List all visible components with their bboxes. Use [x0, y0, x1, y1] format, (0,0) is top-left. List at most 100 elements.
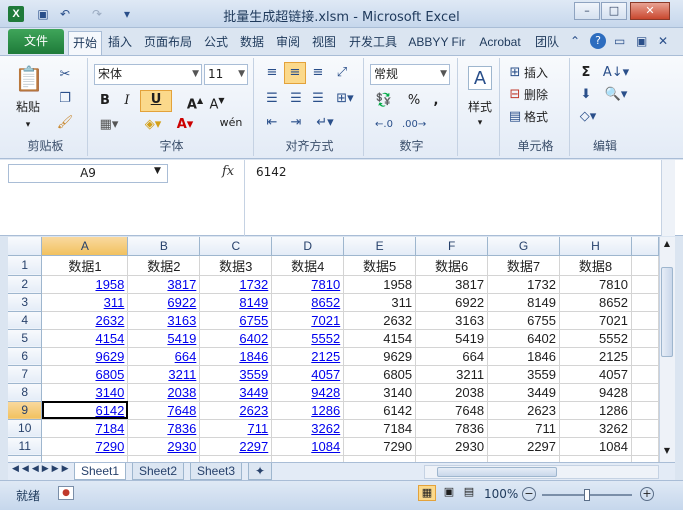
tab-abbyy[interactable]: ABBYY Fir	[405, 33, 469, 53]
empty-cell[interactable]	[631, 311, 659, 330]
data-cell[interactable]: 3449	[487, 383, 561, 402]
data-cell[interactable]: 2623	[487, 401, 561, 420]
data-cell[interactable]: 8652	[559, 293, 632, 312]
empty-cell[interactable]	[631, 329, 659, 348]
data-cell[interactable]: 2038	[415, 383, 489, 402]
grow-font-icon[interactable]: A▲	[186, 92, 204, 114]
wrap-text-icon[interactable]: ↵▾	[312, 114, 338, 132]
hyperlink-cell[interactable]: 6805	[41, 365, 129, 384]
row-header[interactable]: 11	[8, 437, 43, 456]
hyperlink-cell[interactable]: 9629	[41, 347, 129, 366]
data-cell[interactable]: 2125	[559, 347, 632, 366]
scroll-up-icon[interactable]: ▲	[661, 239, 673, 253]
hyperlink-cell[interactable]: 7836	[127, 419, 201, 438]
data-cell[interactable]: 1846	[487, 347, 561, 366]
sort-filter-icon[interactable]: A↓▾	[602, 64, 630, 82]
page-break-view-icon[interactable]: ▤	[460, 485, 478, 501]
empty-cell[interactable]	[487, 455, 561, 462]
vertical-scroll-thumb[interactable]	[661, 267, 673, 357]
sheet-tab-sheet2[interactable]: Sheet2	[132, 463, 185, 480]
hyperlink-cell[interactable]: 6402	[199, 329, 273, 348]
sheet-tab-sheet3[interactable]: Sheet3	[190, 463, 243, 480]
hyperlink-cell[interactable]: 4154	[41, 329, 129, 348]
hyperlink-cell[interactable]: 711	[199, 419, 273, 438]
empty-cell[interactable]	[415, 455, 489, 462]
hyperlink-cell[interactable]: 6922	[127, 293, 201, 312]
hyperlink-cell[interactable]: 1084	[271, 437, 345, 456]
tab-acrobat[interactable]: Acrobat	[472, 33, 528, 53]
header-cell[interactable]: 数据7	[487, 255, 561, 276]
fill-icon[interactable]: ⬇	[576, 86, 596, 104]
font-color-icon[interactable]: A▾	[172, 116, 198, 134]
cut-icon[interactable]: ✂	[56, 66, 74, 84]
styles-icon[interactable]: A	[468, 66, 492, 90]
horizontal-scroll-thumb[interactable]	[437, 467, 557, 477]
hyperlink-cell[interactable]: 7290	[41, 437, 129, 456]
data-cell[interactable]: 7648	[415, 401, 489, 420]
restore-window-icon[interactable]: ▣	[636, 34, 647, 48]
data-cell[interactable]: 5552	[559, 329, 632, 348]
hyperlink-cell[interactable]: 5419	[127, 329, 201, 348]
macro-record-icon[interactable]: ●	[58, 486, 74, 500]
hyperlink-cell[interactable]: 7810	[271, 275, 345, 294]
row-header[interactable]: 9	[8, 401, 43, 420]
column-header[interactable]	[631, 237, 659, 256]
column-header[interactable]: B	[127, 237, 201, 256]
align-top-icon[interactable]: ≡	[262, 64, 282, 82]
tab-team[interactable]: 团队	[531, 33, 563, 53]
empty-cell[interactable]	[271, 455, 345, 462]
delete-cells-button[interactable]: 删除	[524, 86, 568, 104]
italic-button[interactable]: I	[118, 92, 136, 110]
tab-file[interactable]: 文件	[8, 29, 64, 54]
data-cell[interactable]: 6142	[343, 401, 417, 420]
insert-cells-icon[interactable]: ⊞	[506, 64, 524, 82]
copy-icon[interactable]: ❐	[56, 90, 74, 108]
number-format-combo[interactable]: 常规 ▼	[370, 64, 450, 85]
merge-center-icon[interactable]: ⊞▾	[332, 90, 358, 108]
hyperlink-cell[interactable]: 664	[127, 347, 201, 366]
horizontal-scrollbar[interactable]	[424, 465, 659, 479]
chevron-down-icon[interactable]: ▼	[154, 166, 161, 176]
align-center-icon[interactable]: ☰	[286, 90, 306, 108]
hyperlink-cell[interactable]: 1286	[271, 401, 345, 420]
page-layout-view-icon[interactable]: ▣	[440, 485, 458, 501]
data-cell[interactable]: 2297	[487, 437, 561, 456]
data-cell[interactable]: 3211	[415, 365, 489, 384]
zoom-slider[interactable]	[542, 489, 632, 501]
header-cell[interactable]: 数据1	[41, 255, 129, 276]
column-header[interactable]: E	[343, 237, 417, 256]
align-right-icon[interactable]: ☰	[308, 90, 328, 108]
header-cell[interactable]: 数据8	[559, 255, 632, 276]
hyperlink-cell[interactable]: 2038	[127, 383, 201, 402]
data-cell[interactable]: 1084	[559, 437, 632, 456]
decrease-indent-icon[interactable]: ⇤	[262, 114, 282, 132]
data-cell[interactable]: 664	[415, 347, 489, 366]
data-cell[interactable]: 3262	[559, 419, 632, 438]
zoom-out-icon[interactable]: −	[522, 487, 536, 501]
data-cell[interactable]: 4154	[343, 329, 417, 348]
data-cell[interactable]: 3817	[415, 275, 489, 294]
hyperlink-cell[interactable]: 6142	[41, 401, 129, 420]
close-button[interactable]: ✕	[630, 2, 670, 20]
insert-sheet-icon[interactable]: ✦	[248, 463, 273, 480]
name-box[interactable]: A9	[8, 164, 168, 183]
hyperlink-cell[interactable]: 2632	[41, 311, 129, 330]
tab-developer[interactable]: 开发工具	[344, 33, 402, 53]
tab-home[interactable]: 开始	[68, 31, 102, 55]
data-cell[interactable]: 3559	[487, 365, 561, 384]
format-cells-icon[interactable]: ▤	[506, 108, 524, 126]
data-cell[interactable]: 9629	[343, 347, 417, 366]
bold-button[interactable]: B	[96, 92, 114, 110]
data-cell[interactable]: 6805	[343, 365, 417, 384]
clear-icon[interactable]: ◇▾	[576, 108, 600, 126]
currency-icon[interactable]: 💱	[372, 92, 396, 110]
format-painter-icon[interactable]: 🖌	[56, 114, 74, 132]
row-header[interactable]: 2	[8, 275, 43, 294]
hyperlink-cell[interactable]: 3817	[127, 275, 201, 294]
restore-doc-icon[interactable]: ▭	[614, 34, 625, 48]
minimize-ribbon-icon[interactable]: ⌃	[570, 34, 580, 48]
empty-cell[interactable]	[343, 455, 417, 462]
hyperlink-cell[interactable]: 7021	[271, 311, 345, 330]
hyperlink-cell[interactable]: 2623	[199, 401, 273, 420]
data-cell[interactable]: 8149	[487, 293, 561, 312]
